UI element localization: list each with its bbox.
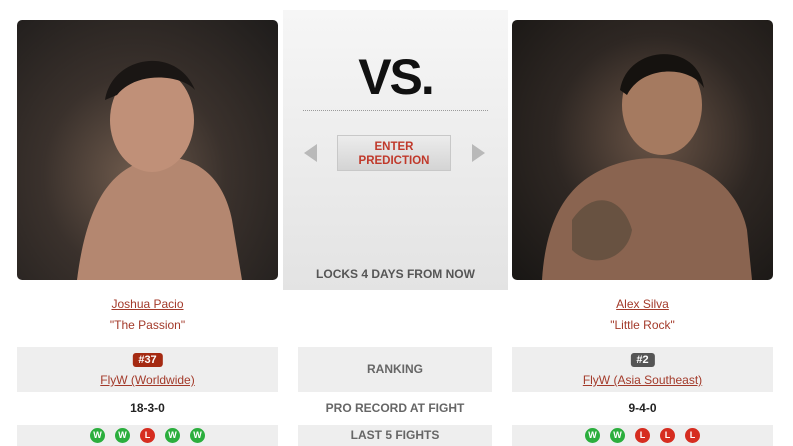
loss-badge: L [635,428,650,443]
loss-badge: L [660,428,675,443]
pro-record-label: PRO RECORD AT FIGHT [298,399,492,417]
division-link-left[interactable]: FlyW (Worldwide) [17,373,278,387]
win-badge: W [115,428,130,443]
fighter-photo-left [17,20,278,280]
win-badge: W [585,428,600,443]
division-link-right[interactable]: FlyW (Asia Southeast) [512,373,773,387]
rank-badge-left: #37 [132,353,163,367]
record-left: 18-3-0 [130,401,165,415]
win-badge: W [90,428,105,443]
last5-left: WWLWW [17,425,278,446]
fighter-nickname-left: "The Passion" [109,318,186,332]
fighter-name-left[interactable]: Joshua Pacio [17,297,278,311]
fighter-photo-right [512,20,773,280]
ranking-label: RANKING [298,347,492,392]
last5-label: LAST 5 FIGHTS [298,425,492,446]
win-badge: W [165,428,180,443]
vs-panel: VS. ENTER PREDICTION LOCKS 4 DAYS FROM N… [283,10,508,290]
enter-prediction-button[interactable]: ENTER PREDICTION [337,135,451,171]
fighter-nickname-right: "Little Rock" [610,318,675,332]
loss-badge: L [685,428,700,443]
ranking-box-left: #37 FlyW (Worldwide) [17,347,278,392]
arrow-right-icon[interactable] [472,144,485,162]
record-right: 9-4-0 [628,401,657,415]
rank-badge-right: #2 [630,353,655,367]
ranking-box-right: #2 FlyW (Asia Southeast) [512,347,773,392]
divider [303,110,488,111]
lock-time-text: LOCKS 4 DAYS FROM NOW [316,267,475,281]
arrow-left-icon[interactable] [304,144,317,162]
win-badge: W [610,428,625,443]
fighter-name-right[interactable]: Alex Silva [512,297,773,311]
fighter-silhouette-left [77,60,242,280]
vs-heading: VS. [358,49,435,105]
loss-badge: L [140,428,155,443]
win-badge: W [190,428,205,443]
last5-right: WWLLL [512,425,773,446]
fighter-silhouette-right [542,54,752,280]
